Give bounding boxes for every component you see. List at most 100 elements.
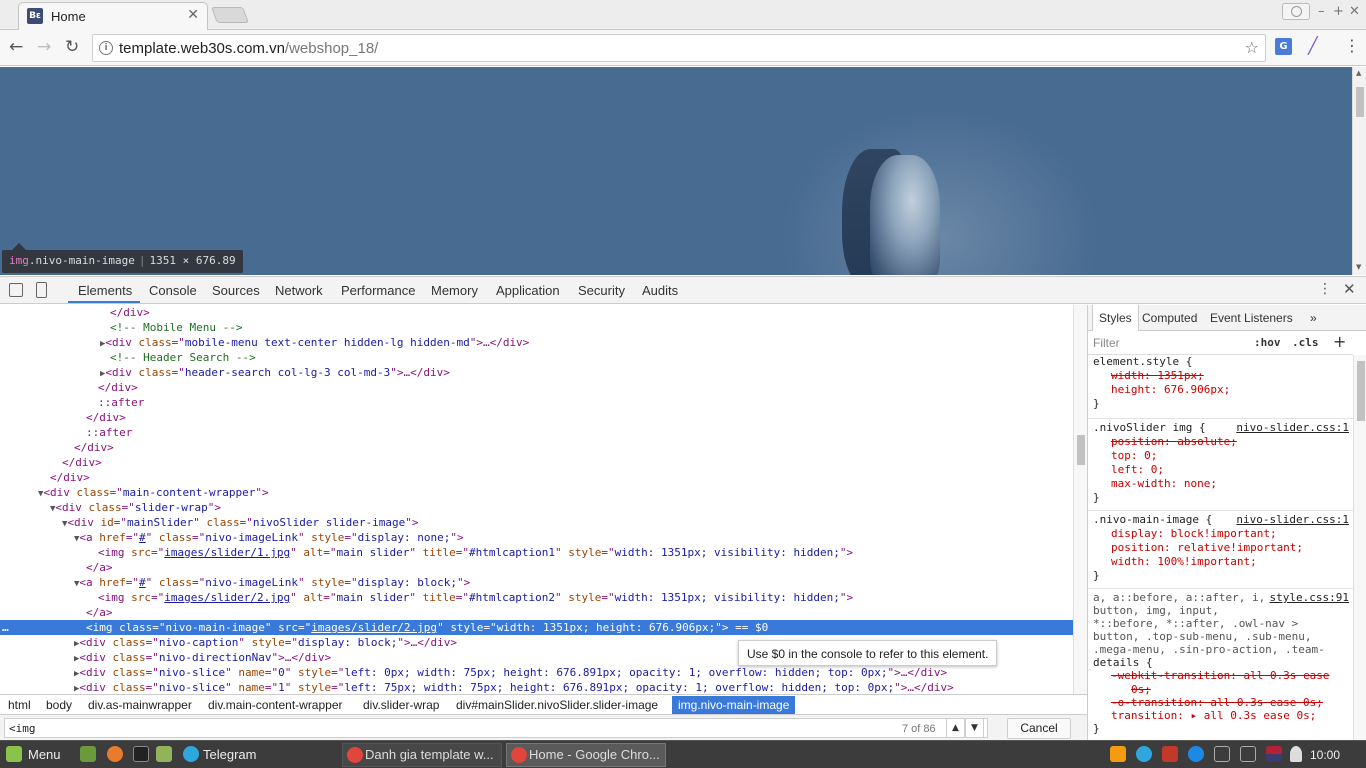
maximize-icon[interactable]: +: [1333, 4, 1344, 19]
translate-extension-icon[interactable]: G: [1275, 38, 1292, 55]
dom-node[interactable]: </div>: [98, 380, 138, 395]
page-viewport[interactable]: [0, 67, 1352, 275]
dom-node[interactable]: ▼<a href="#" class="nivo-imageLink" styl…: [74, 530, 464, 545]
more-icon[interactable]: …: [2, 620, 9, 635]
tab-network[interactable]: Network: [275, 283, 323, 298]
chrome-menu-icon[interactable]: ⋮: [1344, 36, 1360, 55]
cls-toggle[interactable]: .cls: [1292, 336, 1319, 349]
style-rule[interactable]: .nivoSlider img { nivo-slider.css:1 posi…: [1088, 421, 1353, 511]
dom-node[interactable]: </div>: [110, 305, 150, 320]
style-rule[interactable]: .nivo-main-image { nivo-slider.css:1 dis…: [1088, 513, 1353, 589]
dom-node[interactable]: ▶<div class="nivo-directionNav">…</div>: [74, 650, 331, 665]
profile-button[interactable]: [1282, 3, 1310, 20]
page-scroll-thumb[interactable]: [1356, 87, 1364, 117]
telegram-launcher[interactable]: Telegram: [203, 741, 256, 768]
dom-comment[interactable]: <!-- Header Search -->: [110, 350, 256, 365]
mint-menu-icon[interactable]: [6, 746, 22, 762]
dom-comment[interactable]: <!-- Mobile Menu -->: [110, 320, 242, 335]
elements-scroll-thumb[interactable]: [1077, 435, 1085, 465]
tray-teamviewer-icon[interactable]: [1188, 746, 1204, 762]
tray-telegram-icon[interactable]: [1136, 746, 1152, 762]
dom-node[interactable]: ▶<div class="nivo-caption" style="displa…: [74, 635, 457, 650]
more-tabs-icon[interactable]: »: [1304, 305, 1323, 331]
scroll-up-icon[interactable]: ▲: [1356, 69, 1361, 77]
styles-filter-input[interactable]: Filter: [1093, 336, 1120, 350]
dom-node[interactable]: <img src="images/slider/1.jpg" alt="main…: [98, 545, 853, 560]
breadcrumb-item[interactable]: body: [40, 696, 78, 714]
elements-scrollbar[interactable]: [1073, 305, 1087, 694]
styles-scroll-thumb[interactable]: [1357, 361, 1365, 421]
minimize-icon[interactable]: –: [1318, 4, 1325, 19]
tab-security[interactable]: Security: [578, 283, 625, 298]
new-tab-button[interactable]: [211, 7, 249, 23]
style-source-link[interactable]: nivo-slider.css:1: [1236, 421, 1349, 435]
elements-tree[interactable]: </div> <!-- Mobile Menu --> ▶<div class=…: [0, 305, 1073, 694]
dom-node[interactable]: ▶<div class="mobile-menu text-center hid…: [100, 335, 529, 350]
tab-computed[interactable]: Computed: [1136, 305, 1203, 331]
style-source-link[interactable]: nivo-slider.css:1: [1236, 513, 1349, 527]
tray-shield-icon[interactable]: [1162, 746, 1178, 762]
tab-elements[interactable]: Elements: [78, 283, 132, 298]
styles-scrollbar[interactable]: [1353, 355, 1366, 741]
devtools-menu-icon[interactable]: ⋮: [1318, 281, 1332, 297]
scroll-down-icon[interactable]: ▼: [1356, 263, 1361, 271]
new-rule-icon[interactable]: +: [1333, 332, 1346, 351]
back-icon[interactable]: ←: [9, 37, 23, 57]
breadcrumb-item[interactable]: div.main-content-wrapper: [202, 696, 349, 714]
keyboard-layout-flag-icon[interactable]: [1266, 746, 1282, 762]
files-icon[interactable]: [156, 746, 172, 762]
dom-node[interactable]: ▼<div id="mainSlider" class="nivoSlider …: [62, 515, 418, 530]
dom-node[interactable]: ▶<div class="nivo-slice" name="1" style=…: [74, 680, 954, 694]
device-toolbar-icon[interactable]: [36, 282, 47, 298]
tab-close-icon[interactable]: ✕: [187, 7, 199, 23]
info-icon[interactable]: i: [99, 41, 113, 55]
breadcrumb-item-active[interactable]: img.nivo-main-image: [672, 696, 796, 714]
breadcrumb-item[interactable]: html: [2, 696, 37, 714]
dom-pseudo[interactable]: ::after: [98, 395, 144, 410]
tab-console[interactable]: Console: [149, 283, 197, 298]
telegram-icon[interactable]: [183, 746, 199, 762]
user-icon[interactable]: [1290, 746, 1302, 762]
dom-node[interactable]: </div>: [50, 470, 90, 485]
breadcrumb-item[interactable]: div.as-mainwrapper: [82, 696, 198, 714]
breadcrumb-item[interactable]: div#mainSlider.nivoSlider.slider-image: [450, 696, 664, 714]
breadcrumb-item[interactable]: div.slider-wrap: [357, 696, 445, 714]
dom-node-selected[interactable]: … <img class="nivo-main-image" src="image…: [0, 620, 1073, 635]
taskbar-window-chrome-1[interactable]: Danh gia template w...: [342, 743, 502, 767]
start-menu-button[interactable]: Menu: [28, 741, 61, 768]
dom-node[interactable]: ▶<div class="header-search col-lg-3 col-…: [100, 365, 450, 380]
dom-node[interactable]: </div>: [74, 440, 114, 455]
dom-node[interactable]: ▶<div class="nivo-slice" name="0" style=…: [74, 665, 947, 680]
tray-network-icon[interactable]: [1214, 746, 1230, 762]
dom-node[interactable]: ▼<a href="#" class="nivo-imageLink" styl…: [74, 575, 470, 590]
reload-icon[interactable]: ↻: [65, 37, 79, 57]
search-next-icon[interactable]: ▼: [965, 718, 984, 738]
forward-icon[interactable]: →: [37, 37, 51, 57]
url-text[interactable]: template.web30s.com.vn/webshop_18/: [119, 40, 378, 57]
browser-tab[interactable]: Bε Home ✕: [18, 2, 208, 30]
dom-node[interactable]: <img src="images/slider/2.jpg" alt="main…: [98, 590, 853, 605]
tab-application[interactable]: Application: [496, 283, 560, 298]
search-prev-icon[interactable]: ▲: [946, 718, 965, 738]
terminal-icon[interactable]: [133, 746, 149, 762]
dom-node[interactable]: </a>: [86, 560, 113, 575]
tray-app-icon[interactable]: [1110, 746, 1126, 762]
tab-performance[interactable]: Performance: [341, 283, 415, 298]
taskbar-clock[interactable]: 10:00: [1310, 741, 1340, 768]
style-rule[interactable]: element.style { width: 1351px; height: 6…: [1088, 355, 1353, 419]
tab-styles[interactable]: Styles: [1092, 305, 1139, 331]
bookmark-star-icon[interactable]: ☆: [1245, 38, 1259, 57]
address-bar[interactable]: i template.web30s.com.vn/webshop_18/ ☆: [92, 34, 1266, 62]
tab-event-listeners[interactable]: Event Listeners: [1204, 305, 1299, 331]
tray-tool-icon[interactable]: [1240, 746, 1256, 762]
styles-filter[interactable]: Filter :hov .cls +: [1088, 331, 1353, 355]
dom-node[interactable]: </div>: [62, 455, 102, 470]
dom-node[interactable]: ▼<div class="slider-wrap">: [50, 500, 221, 515]
page-scrollbar[interactable]: ▲ ▼: [1352, 67, 1366, 275]
dom-node[interactable]: </div>: [86, 410, 126, 425]
close-window-icon[interactable]: ✕: [1349, 4, 1360, 19]
tab-memory[interactable]: Memory: [431, 283, 478, 298]
style-rule[interactable]: style.css:91 a, a::before, a::after, i, …: [1088, 591, 1353, 741]
dom-pseudo[interactable]: ::after: [86, 425, 132, 440]
show-desktop-icon[interactable]: [80, 746, 96, 762]
